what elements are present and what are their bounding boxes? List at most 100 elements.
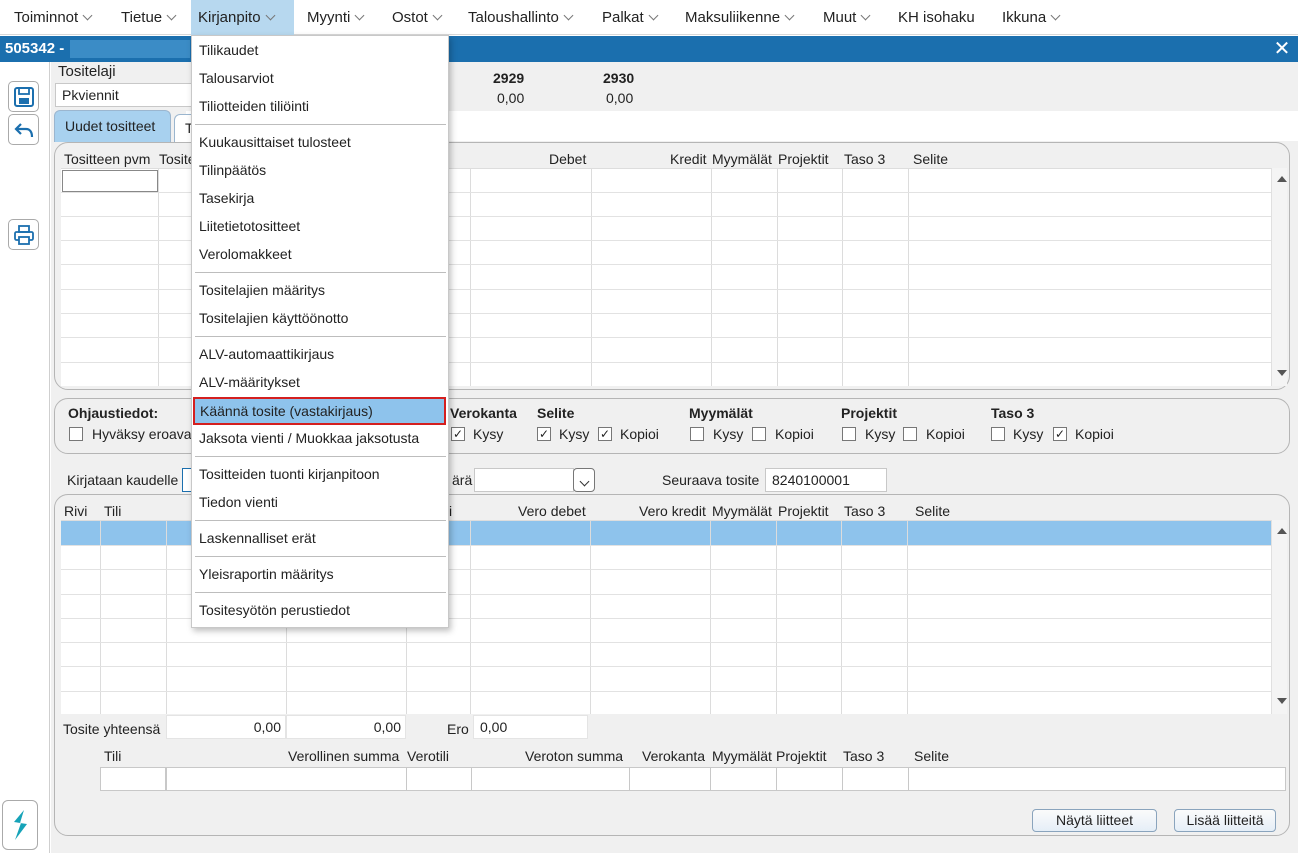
menu-item-tilikaudet[interactable]: Tilikaudet [192,36,448,64]
menu-maksuliikenne[interactable]: Maksuliikenne [678,0,802,35]
myymalat-kysy-label: Kysy [713,426,744,442]
taso3-kysy-checkbox[interactable] [991,427,1005,441]
hyvaksy-checkbox[interactable] [69,427,83,441]
chevron-down-icon [563,10,574,21]
menu-item-liitetietotositteet[interactable]: Liitetietotositteet [192,212,448,240]
menu-kirjanpito[interactable]: Kirjanpito [191,0,294,35]
taso3-kopioi-checkbox[interactable]: ✓ [1053,427,1067,441]
entry-verotili-field[interactable] [406,767,472,791]
app-logo-button[interactable] [2,800,38,850]
menu-palkat[interactable]: Palkat [595,0,667,35]
active-cell[interactable] [62,170,158,192]
menu-label: Taloushallinto [468,9,559,26]
entry-selite-field[interactable] [908,767,1286,791]
menu-tietue[interactable]: Tietue [114,0,186,35]
vertical-scrollbar[interactable] [1271,168,1287,386]
menu-item-kaanna-tosite[interactable]: Käännä tosite (vastakirjaus) [193,397,446,425]
entry-verollinen-field[interactable] [166,767,407,791]
entry-veroton-field[interactable] [471,767,630,791]
scroll-up-icon[interactable] [1277,528,1287,534]
chevron-down-icon [82,10,93,21]
menu-ostot[interactable]: Ostot [385,0,447,35]
col2-value: 0,00 [606,90,634,106]
grid-col [470,169,471,386]
myymalat-kopioi-checkbox[interactable] [752,427,766,441]
entry-projektit-field[interactable] [776,767,843,791]
totals-label: Tosite yhteensä [63,721,161,737]
myymalat-kysy-checkbox[interactable] [690,427,704,441]
entry-tili-field[interactable] [100,767,166,791]
selite-kysy-checkbox[interactable]: ✓ [537,427,551,441]
menu-item-tositelajien-kayttoonotto[interactable]: Tositelajien käyttöönotto [192,304,448,332]
menu-taloushallinto[interactable]: Taloushallinto [461,0,586,35]
kirjataan-partial-label: ärä [452,472,473,488]
close-icon[interactable]: ✕ [1272,38,1292,60]
menu-label: Ostot [392,9,428,26]
entry-header-myymalat: Myymälät [712,748,772,764]
entry-header-taso3: Taso 3 [843,748,885,764]
undo-button[interactable] [8,114,39,145]
tositelaji-field[interactable]: Pkviennit [55,83,200,107]
header-taso3: Taso 3 [844,151,886,167]
projektit-kopioi-checkbox[interactable] [903,427,917,441]
seuraava-field[interactable]: 8240100001 [765,468,887,492]
header-rivi: Rivi [64,503,88,519]
vertical-scrollbar[interactable] [1271,520,1287,714]
menu-ikkuna[interactable]: Ikkuna [995,0,1067,35]
kirjataan-select[interactable] [474,468,574,492]
ohjaus-title: Ohjaustiedot: [68,405,159,421]
menu-item-alv-automaattikirjaus[interactable]: ALV-automaattikirjaus [192,340,448,368]
grid-col [777,169,778,386]
selite-kopioi-label: Kopioi [620,426,659,442]
chevron-down-icon [579,476,590,487]
menu-item-kuukausittaiset-tulosteet[interactable]: Kuukausittaiset tulosteet [192,128,448,156]
menu-label: KH isohaku [898,9,975,26]
tab-uudet-tositteet[interactable]: Uudet tositteet [54,110,171,142]
lisaa-liitteita-button[interactable]: Lisää liitteitä [1174,809,1276,832]
menu-muut[interactable]: Muut [816,0,878,35]
menu-item-tositesyoton-perustiedot[interactable]: Tositesyötön perustiedot [192,596,448,624]
menu-myynti[interactable]: Myynti [300,0,370,35]
nayta-liitteet-button[interactable]: Näytä liitteet [1032,809,1157,832]
selite-kysy-label: Kysy [559,426,590,442]
header-vero-debet: Vero debet [518,503,586,519]
entry-taso3-field[interactable] [842,767,909,791]
selite-kopioi-checkbox[interactable]: ✓ [598,427,612,441]
menu-item-tiliotteiden-tilioonti[interactable]: Tiliotteiden tiliöinti [192,92,448,120]
scroll-down-icon[interactable] [1277,698,1287,704]
menu-item-verolomakkeet[interactable]: Verolomakkeet [192,240,448,268]
menu-item-tiedon-vienti[interactable]: Tiedon vienti [192,488,448,516]
entry-myymalat-field[interactable] [710,767,777,791]
selite-header: Selite [537,405,575,421]
menu-toiminnot[interactable]: Toiminnot [7,0,105,35]
scroll-down-icon[interactable] [1277,370,1287,376]
totals-kredit: 0,00 [286,715,406,739]
verokanta-kysy-checkbox[interactable]: ✓ [451,427,465,441]
menu-item-yleisraportin-maaritys[interactable]: Yleisraportin määritys [192,560,448,588]
header-vero-kredit: Vero kredit [639,503,706,519]
kirjataan-dropdown-button[interactable] [573,468,595,492]
header-kredit: Kredit [670,151,707,167]
header-taso3: Taso 3 [844,503,886,519]
seuraava-label: Seuraava tosite [662,472,760,488]
menubar: Toiminnot Tietue Kirjanpito Myynti Ostot… [0,0,1298,35]
projektit-kysy-checkbox[interactable] [842,427,856,441]
menu-item-tasekirja[interactable]: Tasekirja [192,184,448,212]
menu-label: Ikkuna [1002,9,1047,26]
menu-kh-isohaku[interactable]: KH isohaku [891,0,985,35]
chevron-down-icon [166,10,177,21]
save-button[interactable] [8,81,39,112]
menu-item-talousarviot[interactable]: Talousarviot [192,64,448,92]
menu-item-alv-maaritykset[interactable]: ALV-määritykset [192,368,448,396]
menu-item-tositelajien-maaritys[interactable]: Tositelajien määritys [192,276,448,304]
header-tili: Tili [104,503,122,519]
menu-item-jaksota-vienti[interactable]: Jaksota vienti / Muokkaa jaksotusta [192,424,448,452]
scroll-up-icon[interactable] [1277,176,1287,182]
menu-item-laskennalliset-erat[interactable]: Laskennalliset erät [192,524,448,552]
chevron-down-icon [354,10,365,21]
print-button[interactable] [8,219,39,250]
menu-item-tilinpaatos[interactable]: Tilinpäätös [192,156,448,184]
taso3-kopioi-label: Kopioi [1075,426,1114,442]
entry-verokanta-field[interactable] [629,767,711,791]
menu-item-tositteiden-tuonti[interactable]: Tositteiden tuonti kirjanpitoon [192,460,448,488]
